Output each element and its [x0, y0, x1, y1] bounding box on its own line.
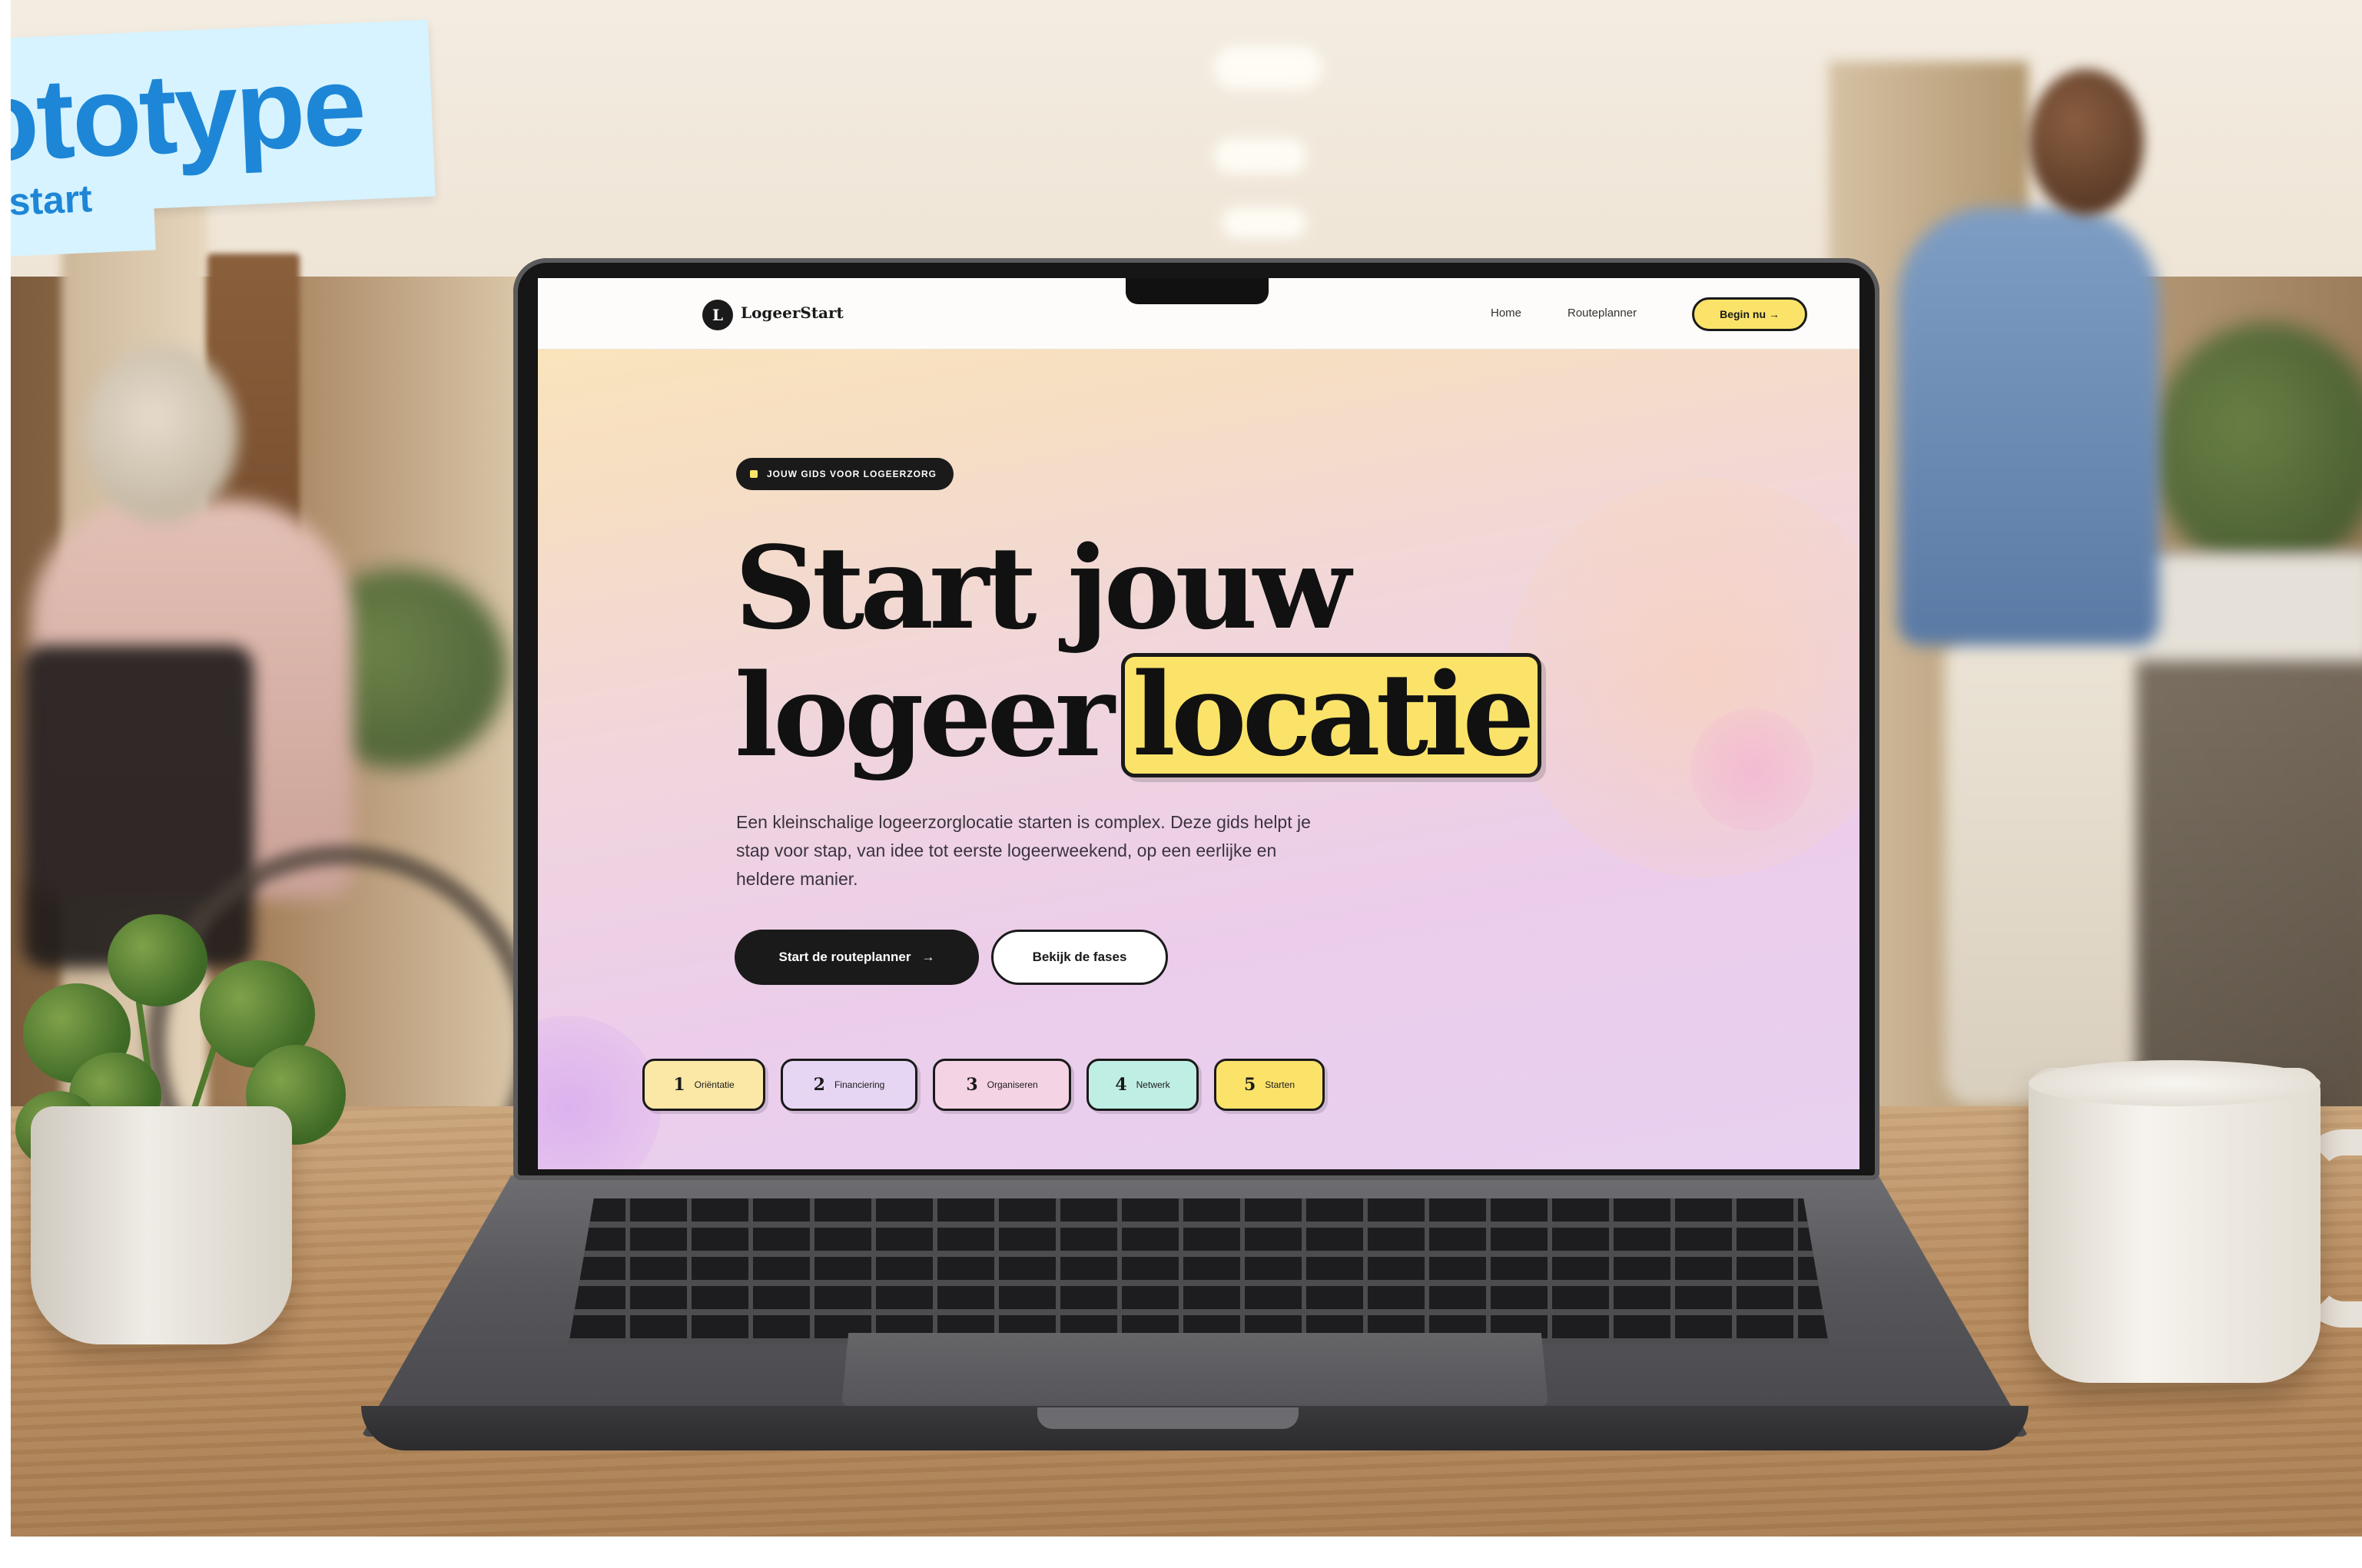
arrow-right-icon: →	[921, 950, 935, 964]
photo-scene: L LogeerStart Home Routeplanner Begin nu…	[0, 0, 2362, 1568]
decorative-blob	[1506, 478, 1859, 877]
phase-number: 1	[673, 1075, 685, 1095]
phase-number: 2	[813, 1075, 825, 1095]
hero-intro: Een kleinschalige logeerzorglocatie star…	[736, 812, 1311, 889]
phase-label: Oriëntatie	[694, 1079, 735, 1090]
plant-pot	[31, 1106, 292, 1344]
nurse-head	[2029, 69, 2144, 215]
coffee-mug	[2029, 1068, 2321, 1383]
nurse	[1898, 207, 2159, 645]
headline-line-2: logeer locatie	[735, 648, 1542, 782]
phase-number: 5	[1243, 1075, 1256, 1095]
start-routeplanner-button[interactable]: Start de routeplanner →	[735, 930, 979, 985]
phase-label: Netwerk	[1136, 1079, 1170, 1090]
decorative-blob	[1690, 708, 1813, 831]
mug-rim	[2029, 1060, 2321, 1106]
laptop-screen: L LogeerStart Home Routeplanner Begin nu…	[538, 278, 1859, 1169]
ceiling-light	[1214, 46, 1322, 89]
keyboard-rows	[569, 1198, 1829, 1344]
headline-highlight: locatie	[1120, 653, 1542, 777]
phase-chip-1[interactable]: 1 Oriëntatie	[642, 1059, 765, 1111]
camera-notch	[1126, 278, 1269, 304]
frame-edge	[0, 1537, 2362, 1568]
logo-mark[interactable]: L	[702, 300, 733, 330]
hero-headline: Start jouw logeer locatie	[735, 521, 1542, 782]
nav-home-link[interactable]: Home	[1491, 307, 1521, 320]
nav-routeplanner-link[interactable]: Routeplanner	[1567, 307, 1637, 320]
laptop-lid-notch	[1037, 1407, 1299, 1429]
eyebrow-text: JOUW GIDS VOOR LOGEERZORG	[767, 469, 937, 479]
phase-chip-5[interactable]: 5 Starten	[1214, 1059, 1325, 1111]
phase-number: 4	[1115, 1075, 1127, 1095]
phase-number: 3	[966, 1075, 978, 1095]
plant-leaf	[108, 914, 207, 1006]
phase-label: Organiseren	[987, 1079, 1038, 1090]
laptop-trackpad	[841, 1333, 1548, 1406]
phase-label: Financiering	[834, 1079, 885, 1090]
frame-edge	[0, 0, 11, 1568]
prototype-sticker-subtitle: rstart	[0, 177, 94, 224]
view-phases-button[interactable]: Bekijk de fases	[991, 930, 1168, 985]
phase-chip-2[interactable]: 2 Financiering	[781, 1059, 917, 1111]
eyebrow-badge: JOUW GIDS VOOR LOGEERZORG	[736, 458, 954, 490]
phase-chip-3[interactable]: 3 Organiseren	[933, 1059, 1071, 1111]
headline-word: logeer	[735, 648, 1115, 782]
start-routeplanner-label: Start de routeplanner	[778, 950, 911, 964]
person-head	[85, 346, 238, 522]
nurse-legs	[1944, 630, 2136, 1106]
prototype-sticker-title: ototype	[0, 41, 367, 187]
ceiling-light	[1222, 207, 1306, 238]
badge-dot-icon	[750, 470, 758, 478]
begin-now-button[interactable]: Begin nu →	[1692, 297, 1807, 331]
phase-chip-4[interactable]: 4 Netwerk	[1086, 1059, 1199, 1111]
ceiling-light	[1214, 138, 1306, 174]
phase-label: Starten	[1265, 1079, 1295, 1090]
headline-line-1: Start jouw	[735, 521, 1351, 655]
logo-text[interactable]: LogeerStart	[741, 303, 844, 322]
